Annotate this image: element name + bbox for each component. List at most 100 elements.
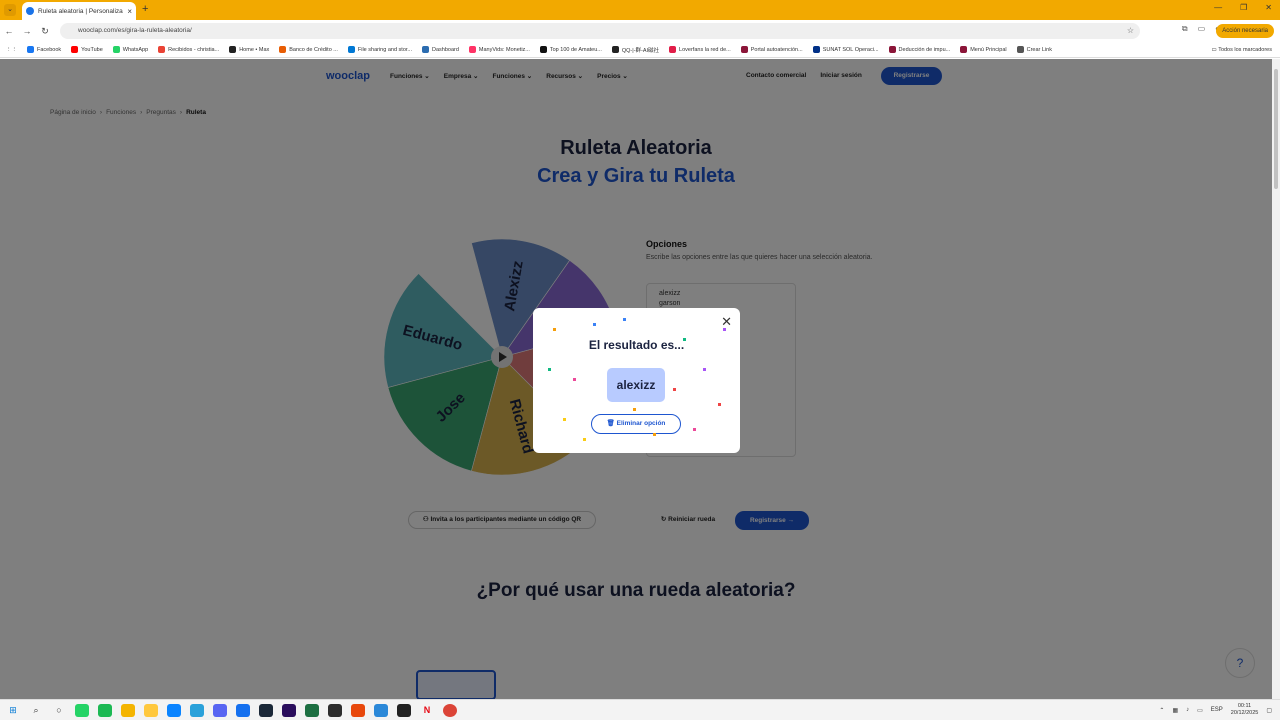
bookmark-favicon-icon — [740, 46, 748, 53]
start-icon[interactable]: ⊞ — [6, 704, 20, 717]
bookmark-favicon-icon — [669, 46, 677, 53]
discord-icon[interactable] — [213, 704, 227, 717]
restore-icon[interactable]: ❐ — [1240, 3, 1247, 12]
excel-icon[interactable] — [305, 704, 319, 717]
bookmark-star-icon[interactable]: ☆ — [1127, 23, 1134, 39]
volume-icon[interactable]: ♪ — [1186, 707, 1189, 713]
netflix-icon[interactable]: N — [420, 704, 434, 717]
bookmark-label: SUNAT SOL Operaci... — [822, 46, 879, 53]
taskbar-apps: ⊞ ⌕ ○ N — [6, 704, 457, 717]
bookmark-favicon-icon — [468, 46, 476, 53]
url-field[interactable]: wooclap.com/es/gira-la-ruleta-aleatoria/… — [60, 23, 1140, 39]
web-page: wooclap Funciones ⌄ Empresa ⌄ Funciones … — [0, 59, 1272, 699]
new-tab-button[interactable]: + — [142, 3, 148, 15]
bookmark-label: Home • Max — [239, 46, 270, 53]
notifications-icon[interactable]: ▢ — [1266, 707, 1272, 714]
bookmark-item[interactable]: QQ-|-群-AI磁社 — [611, 46, 660, 54]
chrome-icon[interactable] — [443, 704, 457, 717]
close-window-icon[interactable]: ✕ — [1265, 3, 1272, 12]
browser-tab-active[interactable]: Ruleta aleatoria | Personaliza y ... × — [22, 2, 136, 20]
confetti-piece — [593, 323, 596, 326]
confetti-piece — [633, 408, 636, 411]
bookmark-item[interactable]: Menú Principal — [960, 46, 1007, 53]
confetti-piece — [583, 438, 586, 441]
bookmark-item[interactable]: Home • Max — [229, 46, 269, 53]
file-explorer-icon[interactable] — [144, 704, 158, 717]
bookmark-item[interactable]: Crear Link — [1016, 46, 1052, 53]
battery-icon[interactable]: ▭ — [1197, 707, 1203, 714]
office-icon[interactable] — [351, 704, 365, 717]
reload-icon[interactable]: ↻ — [36, 26, 54, 37]
confetti-piece — [563, 418, 566, 421]
obs-icon[interactable] — [397, 704, 411, 717]
forward-icon[interactable]: → — [18, 26, 36, 36]
cortana-icon[interactable]: ○ — [52, 704, 66, 717]
apps-icon[interactable]: ⋮⋮ — [6, 47, 17, 53]
bookmark-label: QQ-|-群-AI磁社 — [621, 47, 660, 54]
minimize-icon[interactable]: — — [1214, 3, 1222, 12]
steam-icon[interactable] — [259, 704, 273, 717]
bookmark-item[interactable]: Facebook — [27, 46, 61, 53]
confetti-piece — [673, 388, 676, 391]
language-indicator[interactable]: ESP — [1211, 707, 1223, 713]
chrome-canary-icon[interactable] — [121, 704, 135, 717]
system-tray: ⌃ ▦ ♪ ▭ ESP 00:11 20/12/2025 ▢ — [1159, 703, 1272, 717]
extensions-icon[interactable]: ⧉ — [1182, 24, 1188, 34]
url-text: wooclap.com/es/gira-la-ruleta-aleatoria/ — [78, 27, 192, 34]
whatsapp-icon[interactable] — [75, 704, 89, 717]
photos-icon[interactable] — [167, 704, 181, 717]
tab-search-button[interactable]: ⌄ — [4, 4, 16, 16]
clock[interactable]: 00:11 20/12/2025 — [1231, 703, 1259, 717]
bookmark-favicon-icon — [112, 46, 120, 53]
bookmark-item[interactable]: Deducción de impu... — [888, 46, 951, 53]
bookmark-item[interactable]: Banco de Crédito ... — [279, 46, 338, 53]
bookmark-label: Loverfans la red de... — [679, 46, 731, 53]
bookmark-label: YouTube — [81, 46, 103, 53]
close-tab-icon[interactable]: × — [127, 7, 132, 16]
clock-date: 20/12/2025 — [1230, 710, 1259, 716]
confetti-piece — [718, 403, 721, 406]
bookmark-item[interactable]: Recibidos - christia... — [158, 46, 219, 53]
modal-title: El resultado es... — [588, 338, 685, 352]
bookmark-item[interactable]: SUNAT SOL Operaci... — [812, 46, 879, 53]
bookmark-label: Recibidos - christia... — [168, 46, 220, 53]
vpn-icon[interactable] — [236, 704, 250, 717]
bookmark-item[interactable]: Top 100 de Amateu... — [539, 46, 602, 53]
network-icon[interactable]: ▦ — [1172, 707, 1178, 714]
bookmark-label: Top 100 de Amateu... — [549, 46, 602, 53]
bookmark-favicon-icon — [812, 46, 820, 53]
confetti-piece — [653, 433, 656, 436]
wooclap-favicon-icon — [26, 7, 34, 15]
clock-time: 00:11 — [1237, 703, 1252, 709]
scrollbar-thumb[interactable] — [1274, 69, 1278, 189]
bookmark-favicon-icon — [347, 46, 355, 53]
terminal-icon[interactable] — [328, 704, 342, 717]
action-needed-button[interactable]: Acción necesaria — [1216, 24, 1274, 38]
bookmark-label: File sharing and stor... — [357, 46, 412, 53]
bookmark-item[interactable]: ManyVids: Monetiz... — [468, 46, 530, 53]
bookmark-item[interactable]: Loverfans la red de... — [669, 46, 731, 53]
delete-option-button[interactable]: 🗑 Eliminar opción — [591, 414, 681, 434]
bookmark-favicon-icon — [422, 46, 429, 53]
confetti-piece — [693, 428, 696, 431]
back-icon[interactable]: ← — [0, 26, 18, 36]
bookmark-item[interactable]: Dashboard — [422, 46, 459, 53]
confetti-piece — [723, 328, 726, 331]
premiere-icon[interactable] — [282, 704, 296, 717]
telegram-icon[interactable] — [190, 704, 204, 717]
bookmark-favicon-icon — [1016, 46, 1024, 53]
all-bookmarks-folder[interactable]: ▭ Todos los marcadores — [1212, 47, 1272, 53]
page-scrollbar[interactable] — [1272, 59, 1280, 699]
search-icon[interactable]: ⌕ — [29, 704, 43, 717]
chevron-up-icon[interactable]: ⌃ — [1159, 707, 1164, 714]
cast-icon[interactable]: ▭ — [1198, 24, 1206, 34]
bookmark-label: Deducción de impu... — [898, 46, 951, 53]
bookmark-item[interactable]: Portal autoatención... — [740, 46, 803, 53]
result-value: alexizz — [607, 368, 665, 402]
bookmark-item[interactable]: YouTube — [71, 46, 103, 53]
bookmark-item[interactable]: WhatsApp — [112, 46, 148, 53]
spotify-icon[interactable] — [98, 704, 112, 717]
maps-icon[interactable] — [374, 704, 388, 717]
bookmark-item[interactable]: File sharing and stor... — [347, 46, 412, 53]
bookmark-label: Dashboard — [432, 46, 459, 53]
